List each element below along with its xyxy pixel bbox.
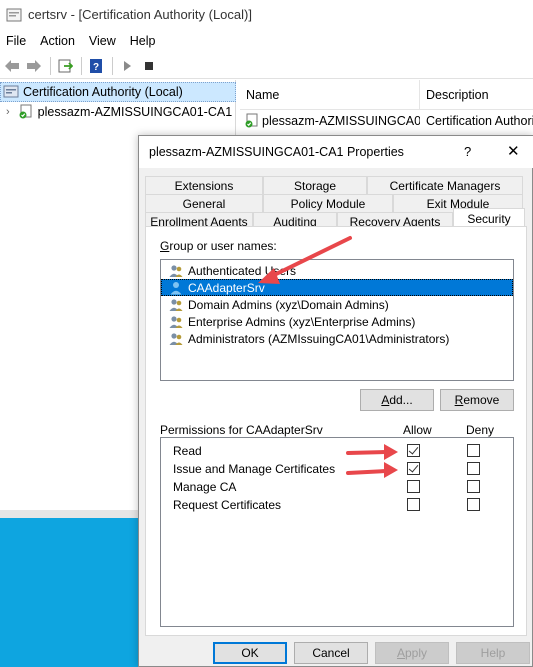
annotation-arrow-user: [258, 236, 352, 284]
annotation-arrow-read: [346, 444, 398, 460]
annotation-arrows: [258, 236, 398, 478]
annotation-arrow-issue: [346, 462, 398, 478]
